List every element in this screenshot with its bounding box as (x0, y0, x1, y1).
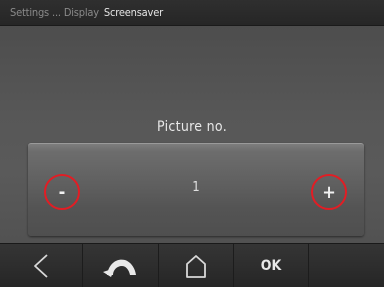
undo-button[interactable] (83, 244, 159, 287)
screensaver-settings-screen: Settings ... Display Screensaver Picture… (0, 0, 384, 287)
breadcrumb: Settings ... Display Screensaver (0, 0, 384, 26)
back-triangle-icon (34, 253, 48, 278)
ok-button[interactable]: OK (234, 244, 309, 287)
breadcrumb-display[interactable]: Display (64, 6, 99, 19)
breadcrumb-current: Screensaver (103, 6, 163, 19)
picture-number-stepper: - 1 + (28, 143, 364, 236)
toolbar-empty-slot (309, 244, 384, 287)
home-icon (186, 254, 206, 278)
breadcrumb-settings[interactable]: Settings (10, 6, 49, 19)
plus-icon: + (322, 181, 336, 203)
breadcrumb-separator: ... (52, 6, 61, 19)
undo-arrow-icon (102, 259, 136, 277)
home-button[interactable] (159, 244, 234, 287)
back-button[interactable] (0, 244, 83, 287)
bottom-toolbar: OK (0, 243, 384, 287)
increment-button[interactable]: + (311, 174, 347, 210)
picture-number-label: Picture no. (157, 119, 227, 135)
